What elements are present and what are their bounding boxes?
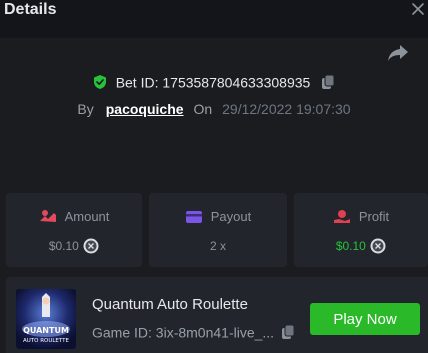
copy-icon[interactable] (280, 324, 296, 340)
card-icon (185, 210, 202, 223)
share-icon[interactable] (387, 43, 409, 63)
close-icon[interactable] (410, 1, 426, 17)
profit-value: $0.10 (335, 239, 366, 253)
coins-icon (39, 209, 56, 222)
bet-datetime: 29/12/2022 19:07:30 (222, 101, 351, 117)
amount-label: Amount (64, 209, 110, 225)
profit-label: Profit (358, 209, 390, 225)
game-thumbnail[interactable]: QUANTUM AUTO ROULETTE (16, 289, 76, 349)
on-label: On (193, 101, 213, 117)
amount-value: $0.10 (48, 239, 79, 253)
details-header: Details (0, 0, 428, 38)
copy-icon[interactable] (320, 74, 336, 90)
profit-icon (333, 209, 350, 223)
thumb-subtitle: AUTO ROULETTE (23, 338, 70, 344)
currency-coin-icon (83, 238, 99, 254)
payout-label: Payout (210, 209, 252, 225)
bet-id: Bet ID: 1753587804633308935 (115, 74, 311, 91)
bet-id-line: Bet ID: 1753587804633308935 (0, 73, 428, 90)
profit-card: Profit $0.10 (294, 193, 428, 267)
game-name[interactable]: Quantum Auto Roulette (92, 296, 248, 313)
by-label: By (77, 101, 94, 117)
payout-value: 2 x (209, 238, 226, 253)
shield-check-icon (93, 75, 106, 90)
username-link[interactable]: pacoquiche (106, 101, 184, 117)
game-row: QUANTUM AUTO ROULETTE Quantum Auto Roule… (6, 277, 428, 353)
amount-card: Amount $0.10 (6, 193, 142, 267)
bet-byline: By pacoquiche On 29/12/2022 19:07:30 (0, 101, 428, 117)
page-title: Details (4, 1, 57, 18)
payout-card: Payout 2 x (149, 193, 287, 267)
currency-coin-icon (370, 238, 386, 254)
play-now-button[interactable]: Play Now (310, 303, 420, 335)
thumb-title: QUANTUM (23, 326, 69, 335)
game-id: Game ID: 3ix-8m0n41-live_... (92, 324, 275, 341)
game-id-line: Game ID: 3ix-8m0n41-live_... (92, 323, 296, 340)
